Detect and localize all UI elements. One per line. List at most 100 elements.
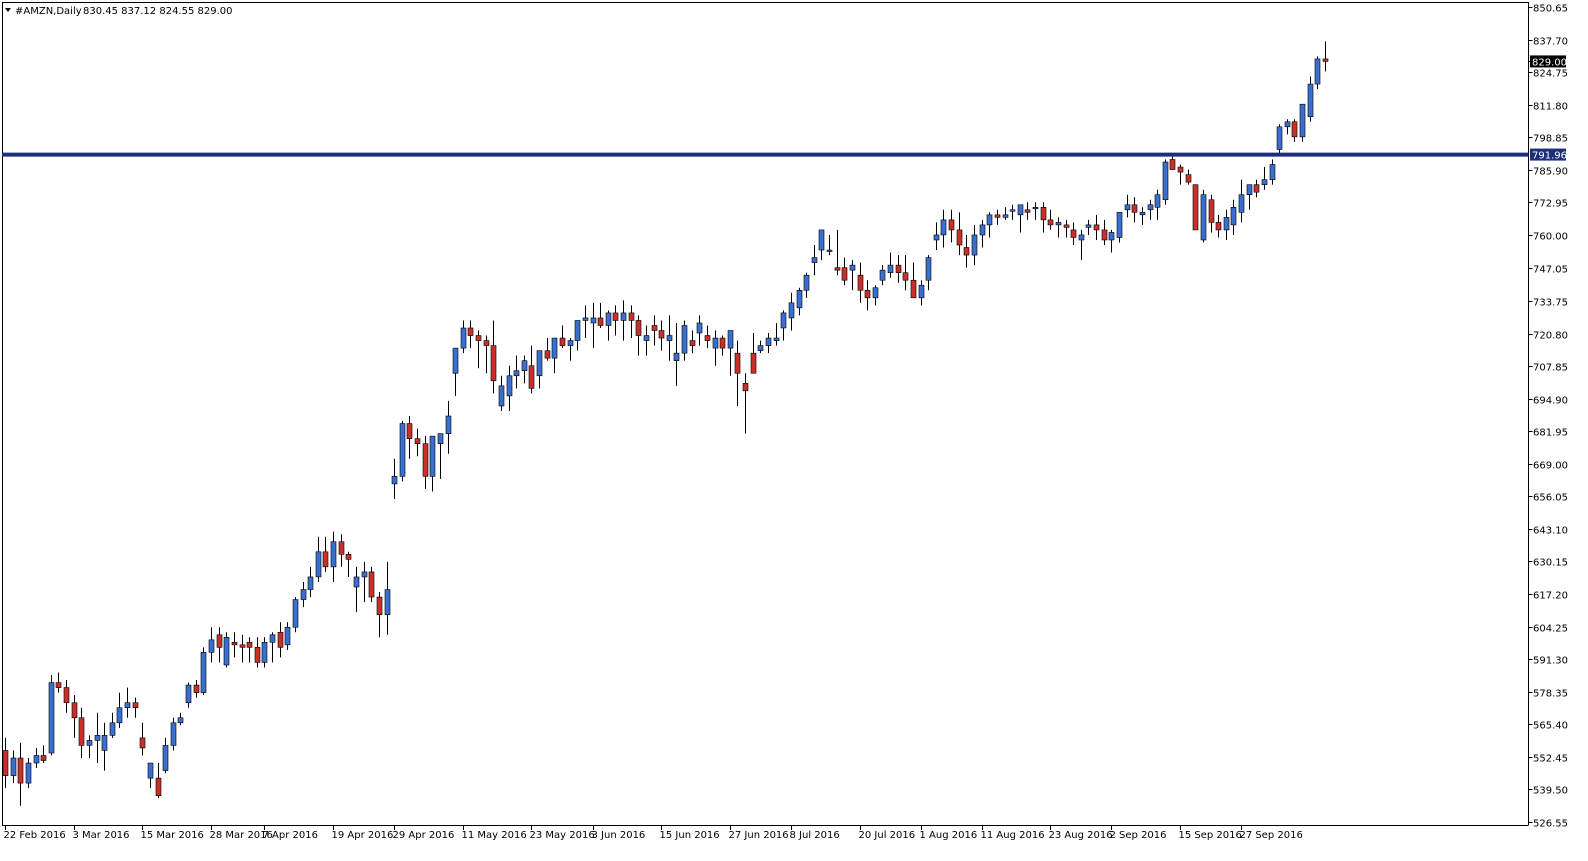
candle-body — [361, 571, 368, 578]
candle-body — [109, 722, 116, 736]
candle-body — [414, 438, 421, 444]
candle-body — [506, 375, 513, 397]
candle-body — [1116, 212, 1123, 238]
chart-svg[interactable]: 850.65 837.70 824.75 811.80 798.85 785.90 772.… — [0, 0, 1588, 857]
candle-body — [963, 247, 970, 256]
candle-body — [727, 330, 734, 349]
candle-body — [300, 589, 307, 600]
candle-body — [864, 289, 871, 299]
x-tick-label: 8 Jul 2016 — [790, 830, 840, 841]
y-tick-label: 772.95 — [1533, 199, 1568, 210]
x-tick-label: 27 Sep 2016 — [1240, 830, 1303, 841]
y-tick-label: 720.80 — [1533, 331, 1568, 342]
candle-body — [757, 345, 764, 351]
x-tick-label: 11 May 2016 — [462, 830, 527, 841]
candle-body — [1230, 206, 1237, 226]
hline-price-label: 791.96 — [1532, 151, 1567, 162]
candle-body — [261, 642, 268, 663]
candle-body — [1108, 232, 1115, 241]
candle-body — [628, 312, 635, 321]
candle-body — [208, 639, 215, 653]
candle-body — [1085, 224, 1092, 228]
candle-body — [841, 267, 848, 281]
candle-body — [40, 755, 47, 761]
candle-body — [620, 312, 627, 321]
y-tick-label: 707.85 — [1533, 363, 1568, 374]
bear-candle — [368, 566, 375, 603]
y-tick-label: 694.90 — [1533, 396, 1568, 407]
candle-body — [597, 317, 604, 326]
candle-body — [86, 740, 93, 746]
candle-body — [284, 626, 291, 646]
candle-body — [948, 219, 955, 231]
y-tick-label: 850.65 — [1533, 4, 1568, 15]
candle-body — [1261, 179, 1268, 185]
x-tick-label: 23 May 2016 — [530, 830, 595, 841]
bull-candle — [223, 632, 230, 668]
bull-candle — [399, 421, 406, 482]
candle-body — [483, 340, 490, 346]
candle-body — [475, 335, 482, 341]
ohlc-label: 830.45 837.12 824.55 829.00 — [83, 6, 233, 17]
candle-body — [1322, 58, 1329, 62]
candle-body — [345, 554, 352, 560]
y-tick-label: 526.55 — [1533, 819, 1568, 830]
candle-body — [445, 415, 452, 434]
candle-body — [734, 352, 741, 374]
candle-body — [338, 541, 345, 555]
candle-body — [849, 264, 856, 271]
bull-candle — [292, 597, 299, 633]
x-tick-label: 11 Aug 2016 — [981, 830, 1045, 841]
candle-body — [940, 219, 947, 236]
candle-body — [666, 335, 673, 341]
candle-body — [902, 272, 909, 281]
candle-body — [551, 337, 558, 359]
candle-body — [1093, 224, 1100, 231]
x-tick-label: 1 Aug 2016 — [920, 830, 978, 841]
candle-body — [574, 320, 581, 341]
chart-header[interactable]: #AMZN,Daily 830.45 837.12 824.55 829.00 — [5, 6, 233, 17]
candle-body — [811, 257, 818, 263]
y-tick-label: 733.75 — [1533, 298, 1568, 309]
y-tick-label: 604.25 — [1533, 624, 1568, 635]
candle-body — [635, 320, 642, 336]
candle-body — [1024, 209, 1031, 213]
candle-body — [17, 757, 24, 784]
candle-body — [834, 267, 841, 271]
candle-body — [803, 274, 810, 291]
y-tick-label: 669.00 — [1533, 461, 1568, 472]
candle-body — [437, 433, 444, 444]
bull-candle — [1299, 103, 1306, 142]
candle-body — [452, 347, 459, 374]
candle-body — [460, 327, 467, 349]
candle-body — [1078, 234, 1085, 241]
y-tick-label: 565.40 — [1533, 721, 1568, 732]
candle-body — [307, 576, 314, 590]
candle-body — [696, 322, 703, 334]
candle-body — [513, 370, 520, 377]
x-tick-label: 3 Jun 2016 — [592, 830, 646, 841]
candle-body — [796, 289, 803, 309]
bull-candle — [170, 717, 177, 751]
candle-body — [559, 337, 566, 346]
bull-candle — [48, 675, 55, 756]
candle-body — [185, 684, 192, 703]
candle-body — [292, 599, 299, 628]
y-tick-label: 656.05 — [1533, 493, 1568, 504]
candlestick-chart[interactable]: 850.65 837.70 824.75 811.80 798.85 785.90 772.… — [0, 0, 1588, 857]
candle-body — [322, 551, 329, 568]
candle-body — [1131, 204, 1138, 213]
candle-body — [139, 737, 146, 749]
candle-body — [170, 722, 177, 746]
candle-body — [1215, 222, 1222, 231]
y-tick-label: 747.05 — [1533, 265, 1568, 276]
y-tick-label: 837.70 — [1533, 37, 1568, 48]
candle-body — [406, 423, 413, 439]
candle-body — [643, 335, 650, 341]
y-tick-label: 630.15 — [1533, 558, 1568, 569]
candle-body — [1055, 222, 1062, 226]
candle-body — [490, 345, 497, 382]
x-tick-label: 27 Jun 2016 — [729, 830, 789, 841]
candle-body — [124, 702, 131, 709]
x-tick-label: 2 Sep 2016 — [1110, 830, 1167, 841]
